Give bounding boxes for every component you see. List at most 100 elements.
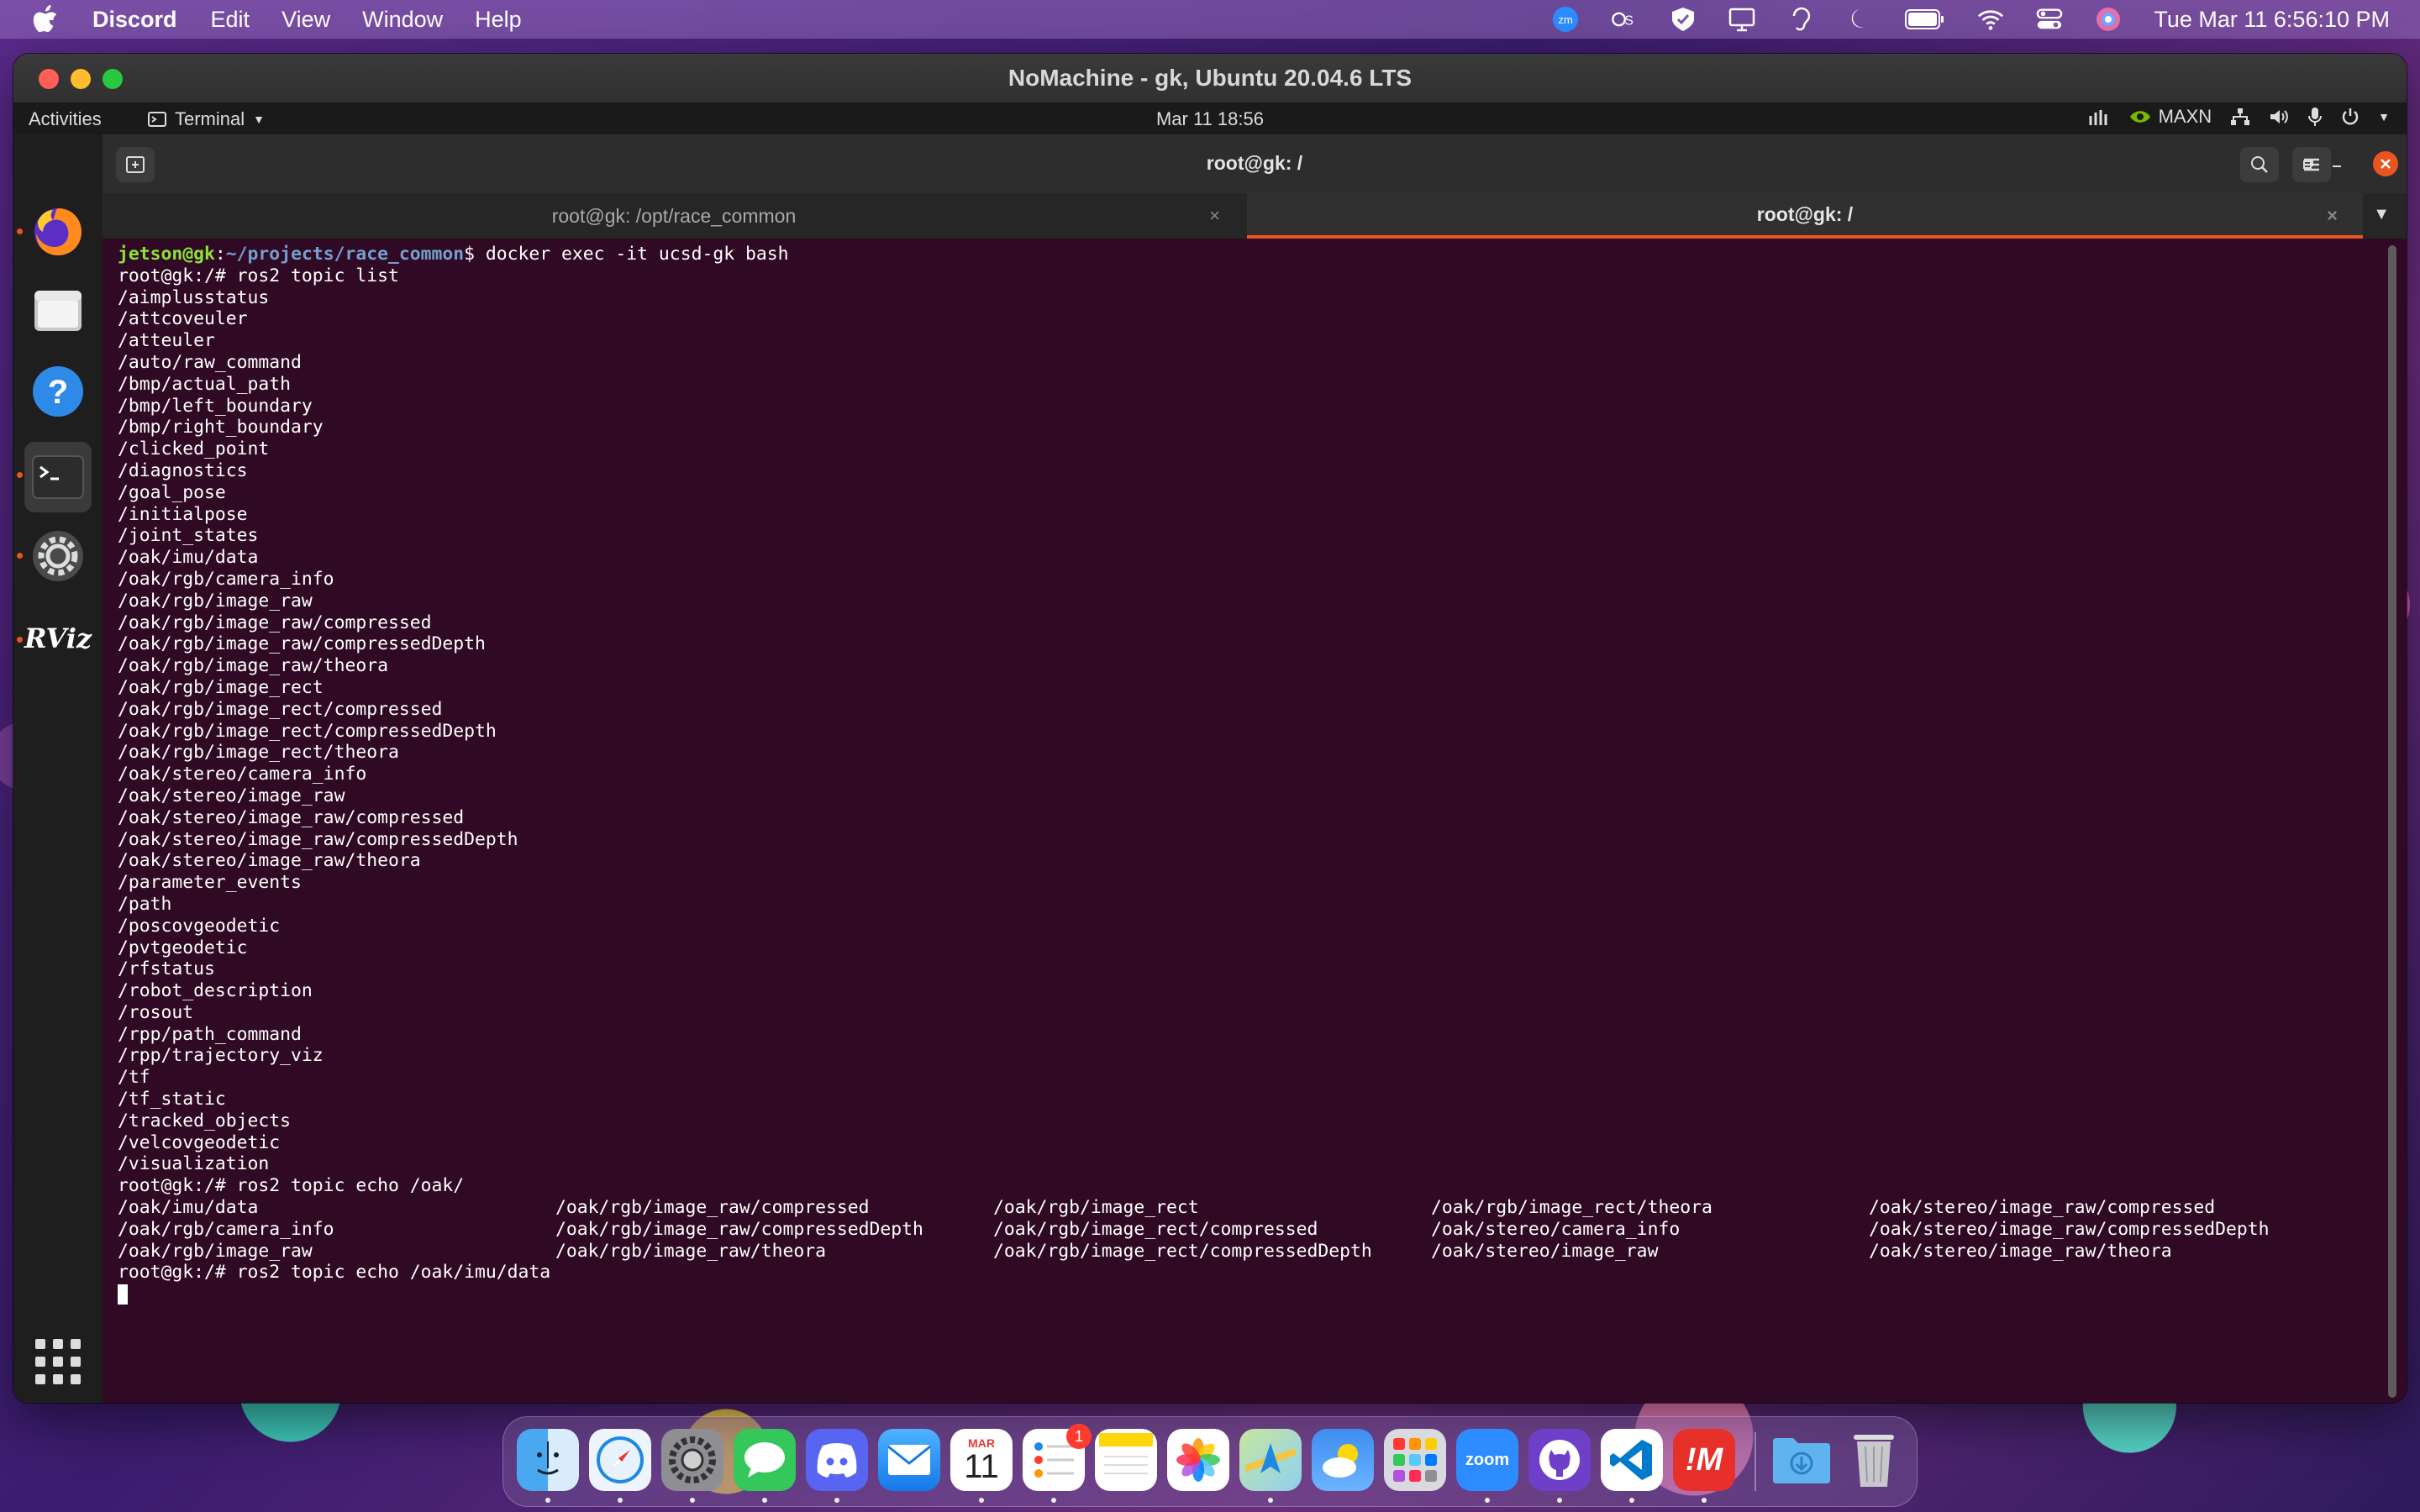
battery-icon[interactable]: [1905, 6, 1945, 33]
moon-icon[interactable]: [1846, 6, 1873, 33]
terminal-line: /oak/rgb/image_raw/theora: [118, 655, 388, 677]
completion-item: /oak/stereo/image_raw/compressedDepth: [1869, 1218, 2270, 1240]
ubuntu-clock[interactable]: Mar 11 18:56: [13, 108, 2407, 130]
macos-dock: MAR 11 1 zoom !M: [502, 1416, 1918, 1507]
menu-bar-clock[interactable]: Tue Mar 11 6:56:10 PM: [2154, 7, 2390, 33]
restore-icon: [2303, 159, 2313, 169]
terminal-line: /joint_states: [118, 525, 259, 547]
tab-race-common[interactable]: root@gk: /opt/race_common ×: [103, 193, 1245, 239]
close-button[interactable]: [2373, 151, 2398, 176]
terminal-line: /bmp/left_boundary: [118, 395, 313, 417]
microphone-icon[interactable]: [2307, 107, 2323, 127]
apple-icon[interactable]: [32, 5, 59, 34]
network-icon[interactable]: [2230, 108, 2250, 126]
siri-icon[interactable]: [2095, 6, 2122, 33]
vscode-icon[interactable]: [1601, 1429, 1663, 1491]
terminal-title: root@gk: /: [1206, 152, 1303, 174]
menu-help[interactable]: Help: [475, 7, 522, 33]
tab-close-icon[interactable]: ×: [1209, 205, 1220, 227]
tab-list-chevron-icon[interactable]: ▼: [2373, 205, 2390, 224]
search-icon: [2251, 156, 2268, 173]
terminal-line: /tracked_objects: [118, 1110, 292, 1131]
show-applications-icon[interactable]: [35, 1339, 81, 1384]
discord-icon[interactable]: [806, 1429, 868, 1491]
system-preferences-icon[interactable]: [661, 1429, 723, 1491]
restore-button[interactable]: [2296, 151, 2321, 176]
menu-edit[interactable]: Edit: [211, 7, 250, 33]
trash-icon[interactable]: [1843, 1429, 1905, 1491]
completion-item: /oak/rgb/image_raw: [118, 1240, 313, 1262]
zoom-label: zoom: [1465, 1450, 1510, 1469]
screen-icon[interactable]: [1728, 6, 1755, 33]
tab-root[interactable]: root@gk: / ×: [1247, 193, 2363, 239]
terminal-line: /oak/stereo/camera_info: [118, 764, 367, 785]
terminal-line: /oak/rgb/image_rect/compressed: [118, 698, 443, 720]
launchpad-icon[interactable]: [1384, 1429, 1446, 1491]
completion-item: /oak/rgb/image_rect/theora: [1431, 1197, 1712, 1219]
wifi-icon[interactable]: [1977, 6, 2004, 33]
github-desktop-icon[interactable]: [1528, 1429, 1591, 1491]
completion-item: /oak/stereo/camera_info: [1431, 1218, 1681, 1240]
volume-icon[interactable]: [2269, 108, 2289, 126]
messages-icon[interactable]: [734, 1429, 796, 1491]
window-titlebar[interactable]: NoMachine - gk, Ubuntu 20.04.6 LTS: [13, 54, 2407, 102]
zoom-status-icon[interactable]: zm: [1552, 6, 1579, 33]
calendar-day: 11: [964, 1448, 999, 1485]
terminal-line: root@gk:/# ros2 topic echo /oak/: [118, 1175, 465, 1197]
window-zoom-button[interactable]: [103, 69, 123, 89]
running-indicator: [17, 228, 23, 234]
calendar-icon[interactable]: MAR 11: [950, 1429, 1013, 1491]
weather-icon[interactable]: [1312, 1429, 1374, 1491]
running-indicator: [1485, 1498, 1490, 1503]
menu-app-name[interactable]: Discord: [92, 7, 177, 33]
window-minimize-button[interactable]: [71, 69, 91, 89]
hearing-icon[interactable]: [1787, 6, 1814, 33]
settings-icon[interactable]: [29, 528, 87, 585]
downloads-folder-icon[interactable]: [1770, 1429, 1833, 1491]
terminal-line: /oak/rgb/image_raw: [118, 590, 313, 612]
terminal-line: /attcoveuler: [118, 308, 248, 330]
notes-icon[interactable]: [1095, 1429, 1157, 1491]
terminal-line: /tf: [118, 1067, 150, 1089]
firefox-icon[interactable]: [29, 203, 87, 260]
running-indicator: [1051, 1498, 1056, 1503]
terminal-line: /oak/stereo/image_raw/compressed: [118, 806, 465, 828]
system-menu-chevron-icon[interactable]: ▼: [2378, 110, 2390, 123]
running-indicator: [17, 472, 23, 478]
photos-icon[interactable]: [1167, 1429, 1229, 1491]
terminal-line: /oak/rgb/camera_info: [118, 568, 334, 590]
terminal-output[interactable]: jetson@gk:~/projects/race_common$ docker…: [103, 239, 2407, 1403]
terminal-line: /velcovgeodetic: [118, 1131, 281, 1153]
macos-menu-bar: Discord Edit View Window Help zm S Tue M…: [0, 0, 2420, 39]
terminal-icon[interactable]: [24, 442, 92, 512]
menu-view[interactable]: View: [281, 7, 330, 33]
prompt-user: jetson@gk: [118, 244, 215, 265]
rviz-icon[interactable]: RViz: [24, 610, 92, 667]
zoom-icon[interactable]: zoom: [1456, 1429, 1518, 1491]
files-icon[interactable]: [29, 282, 87, 339]
minimize-button[interactable]: [2324, 151, 2349, 176]
terminal-line: [118, 1284, 2307, 1305]
safari-icon[interactable]: [589, 1429, 651, 1491]
finder-icon[interactable]: [517, 1429, 579, 1491]
search-button[interactable]: [2240, 147, 2279, 182]
scrollbar[interactable]: [2388, 245, 2396, 1398]
menu-window[interactable]: Window: [362, 7, 443, 33]
window-close-button[interactable]: [39, 69, 59, 89]
terminal-line: /oak/rgb/image_raw/compressedDepth: [118, 633, 486, 655]
jetson-stats-icon[interactable]: [2088, 108, 2110, 126]
nomachine-icon[interactable]: !M: [1673, 1429, 1735, 1491]
nvidia-power-mode[interactable]: MAXN: [2128, 106, 2212, 128]
help-icon[interactable]: ?: [29, 363, 87, 420]
running-indicator: [1702, 1498, 1707, 1503]
running-indicator: [618, 1498, 623, 1503]
cs-status-icon[interactable]: S: [1611, 6, 1638, 33]
power-icon[interactable]: [2341, 108, 2360, 126]
tab-close-icon[interactable]: ×: [2327, 205, 2338, 227]
maps-icon[interactable]: [1239, 1429, 1302, 1491]
mail-icon[interactable]: [878, 1429, 940, 1491]
shield-icon[interactable]: [1670, 6, 1697, 33]
control-center-icon[interactable]: [2036, 6, 2063, 33]
reminders-icon[interactable]: 1: [1023, 1424, 1092, 1491]
terminal-line: /oak/stereo/image_raw/compressedDepth: [118, 828, 518, 850]
